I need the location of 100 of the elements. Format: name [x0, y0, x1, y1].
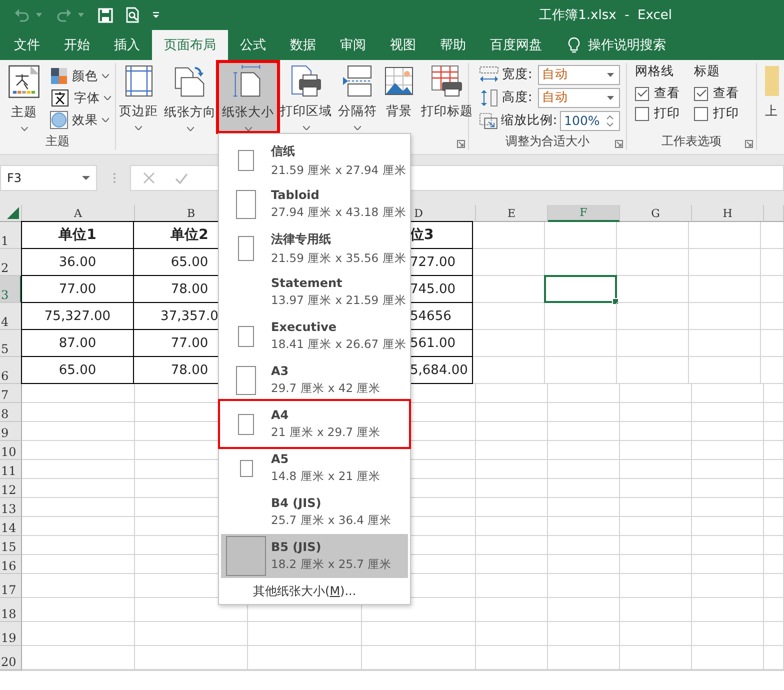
checkbox[interactable]: 查看 [635, 85, 680, 102]
page-icon [226, 536, 266, 576]
column-header[interactable]: A [22, 205, 135, 222]
ribbon-tab[interactable]: 帮助 [428, 30, 478, 60]
ribbon-tab[interactable]: 数据 [278, 30, 328, 60]
checkbox-square[interactable] [694, 86, 708, 100]
page-setup-button[interactable]: 分隔符 [335, 63, 380, 131]
row-header[interactable]: 4 [0, 303, 22, 330]
dropdown-field[interactable]: 自动 [538, 64, 620, 84]
checkbox[interactable]: 打印 [694, 105, 739, 122]
print-titles-icon [431, 65, 463, 97]
row-header[interactable]: 12 [0, 479, 22, 498]
font-icon-drawing [52, 90, 68, 106]
row-header[interactable]: 6 [0, 357, 22, 384]
caret-icon[interactable] [78, 13, 84, 17]
print-preview-icon[interactable] [125, 7, 140, 23]
column-header[interactable] [764, 205, 784, 222]
undo-icon[interactable] [14, 7, 30, 23]
layer-icon [765, 65, 779, 97]
window-title: 工作簿1.xlsx - Excel [539, 7, 672, 24]
page-break-icon [342, 65, 372, 97]
customize-menu-icon[interactable] [152, 11, 160, 19]
theme-option-button[interactable]: 效果 [50, 111, 111, 129]
checkbox[interactable]: 打印 [635, 105, 680, 122]
checkbox-square[interactable] [635, 86, 649, 100]
checkbox-square[interactable] [635, 106, 649, 120]
row-header[interactable]: 20 [0, 646, 22, 670]
row-header[interactable]: 1 [0, 222, 22, 249]
page-setup-button[interactable]: 打印标题 [418, 63, 476, 131]
ribbon-tab[interactable]: 文件 [2, 30, 52, 60]
page-setup-button[interactable]: 页边距 [116, 63, 161, 131]
row-header[interactable]: 16 [0, 555, 22, 574]
paper-size-option[interactable]: A4 21 厘米 x 29.7 厘米 [221, 402, 408, 446]
themes-button[interactable]: 主题 [4, 63, 44, 131]
page-setup-button[interactable]: 打印区域 [277, 63, 335, 131]
select-all-icon[interactable] [7, 207, 19, 219]
cancel-icon[interactable] [143, 172, 155, 184]
table-cell[interactable]: 单位1 [21, 221, 134, 249]
paper-size-option[interactable]: A5 14.8 厘米 x 21 厘米 [221, 446, 408, 490]
checkbox[interactable]: 查看 [694, 85, 739, 102]
page-setup-button[interactable]: 背景 [380, 63, 418, 131]
caret-icon [186, 127, 194, 131]
row-header[interactable]: 17 [0, 574, 22, 598]
row-header[interactable]: 9 [0, 422, 22, 441]
theme-option-button[interactable]: 字体 [50, 88, 111, 108]
row-header[interactable]: 15 [0, 536, 22, 555]
redo-icon[interactable] [56, 7, 72, 23]
caret-icon [302, 126, 310, 130]
dropdown-field[interactable]: 自动 [538, 88, 620, 108]
ribbon-tab[interactable]: 开始 [52, 30, 102, 60]
checkbox-square[interactable] [694, 106, 708, 120]
table-cell[interactable]: 65.00 [21, 356, 134, 384]
row-header[interactable]: 7 [0, 384, 22, 403]
ribbon-tab[interactable]: 审阅 [328, 30, 378, 60]
paper-size-option[interactable]: 信纸 21.59 厘米 x 27.94 厘米 [221, 138, 408, 182]
row-header[interactable]: 13 [0, 498, 22, 517]
dialog-launcher-icon[interactable] [745, 140, 753, 148]
bring-forward-button[interactable]: 上 [757, 63, 784, 131]
row-header[interactable]: 5 [0, 330, 22, 357]
row-header[interactable]: 3 [0, 276, 22, 303]
row-header[interactable]: 10 [0, 441, 22, 460]
column-header[interactable]: G [620, 205, 692, 222]
row-header[interactable]: 8 [0, 403, 22, 422]
column-header[interactable]: F [548, 205, 620, 222]
row-header[interactable]: 14 [0, 517, 22, 536]
page-icon [236, 366, 256, 394]
check-icon[interactable] [175, 172, 188, 184]
page-setup-button[interactable]: 纸张大小 [219, 63, 277, 131]
ribbon-tab[interactable]: 视图 [378, 30, 428, 60]
caret-icon [135, 126, 142, 130]
paper-size-option[interactable]: B4 (JIS) 25.7 厘米 x 36.4 厘米 [221, 490, 408, 534]
row-header[interactable]: 2 [0, 249, 22, 276]
page-icon [238, 326, 254, 346]
dialog-launcher-icon[interactable] [615, 140, 623, 148]
caret-icon [104, 96, 111, 100]
ribbon-tab[interactable]: 百度网盘 [478, 30, 554, 60]
caret-icon[interactable] [36, 13, 42, 17]
row-header[interactable]: 11 [0, 460, 22, 479]
row-header[interactable]: 18 [0, 598, 22, 622]
paper-size-option[interactable]: B5 (JIS) 18.2 厘米 x 25.7 厘米 [221, 534, 408, 578]
ribbon-tab[interactable]: 插入 [102, 30, 152, 60]
more-paper-sizes-item[interactable]: 其他纸张大小(M)... [221, 578, 408, 604]
field-label: 高度: [502, 89, 532, 106]
ribbon-tab[interactable]: 页面布局 [152, 30, 228, 60]
ribbon-tab[interactable]: 公式 [228, 30, 278, 60]
page-icon [238, 236, 254, 260]
dialog-launcher-icon[interactable] [457, 140, 465, 148]
printer-icon [290, 65, 322, 97]
theme-option-button[interactable]: 颜色 [50, 67, 111, 85]
row-header[interactable]: 19 [0, 622, 22, 646]
group-label: 主题 [44, 132, 70, 150]
scale-spinner[interactable]: 100% [560, 110, 620, 130]
name-box[interactable]: F3 [0, 165, 97, 191]
save-icon[interactable] [98, 8, 113, 22]
search-button[interactable]: 操作说明搜索 [568, 30, 666, 60]
margins-icon [124, 65, 154, 97]
dropdown-arrow-icon [607, 72, 614, 76]
group-label: 工作表选项 [662, 132, 722, 150]
column-header[interactable]: H [692, 205, 764, 222]
scale-icon [479, 112, 498, 130]
